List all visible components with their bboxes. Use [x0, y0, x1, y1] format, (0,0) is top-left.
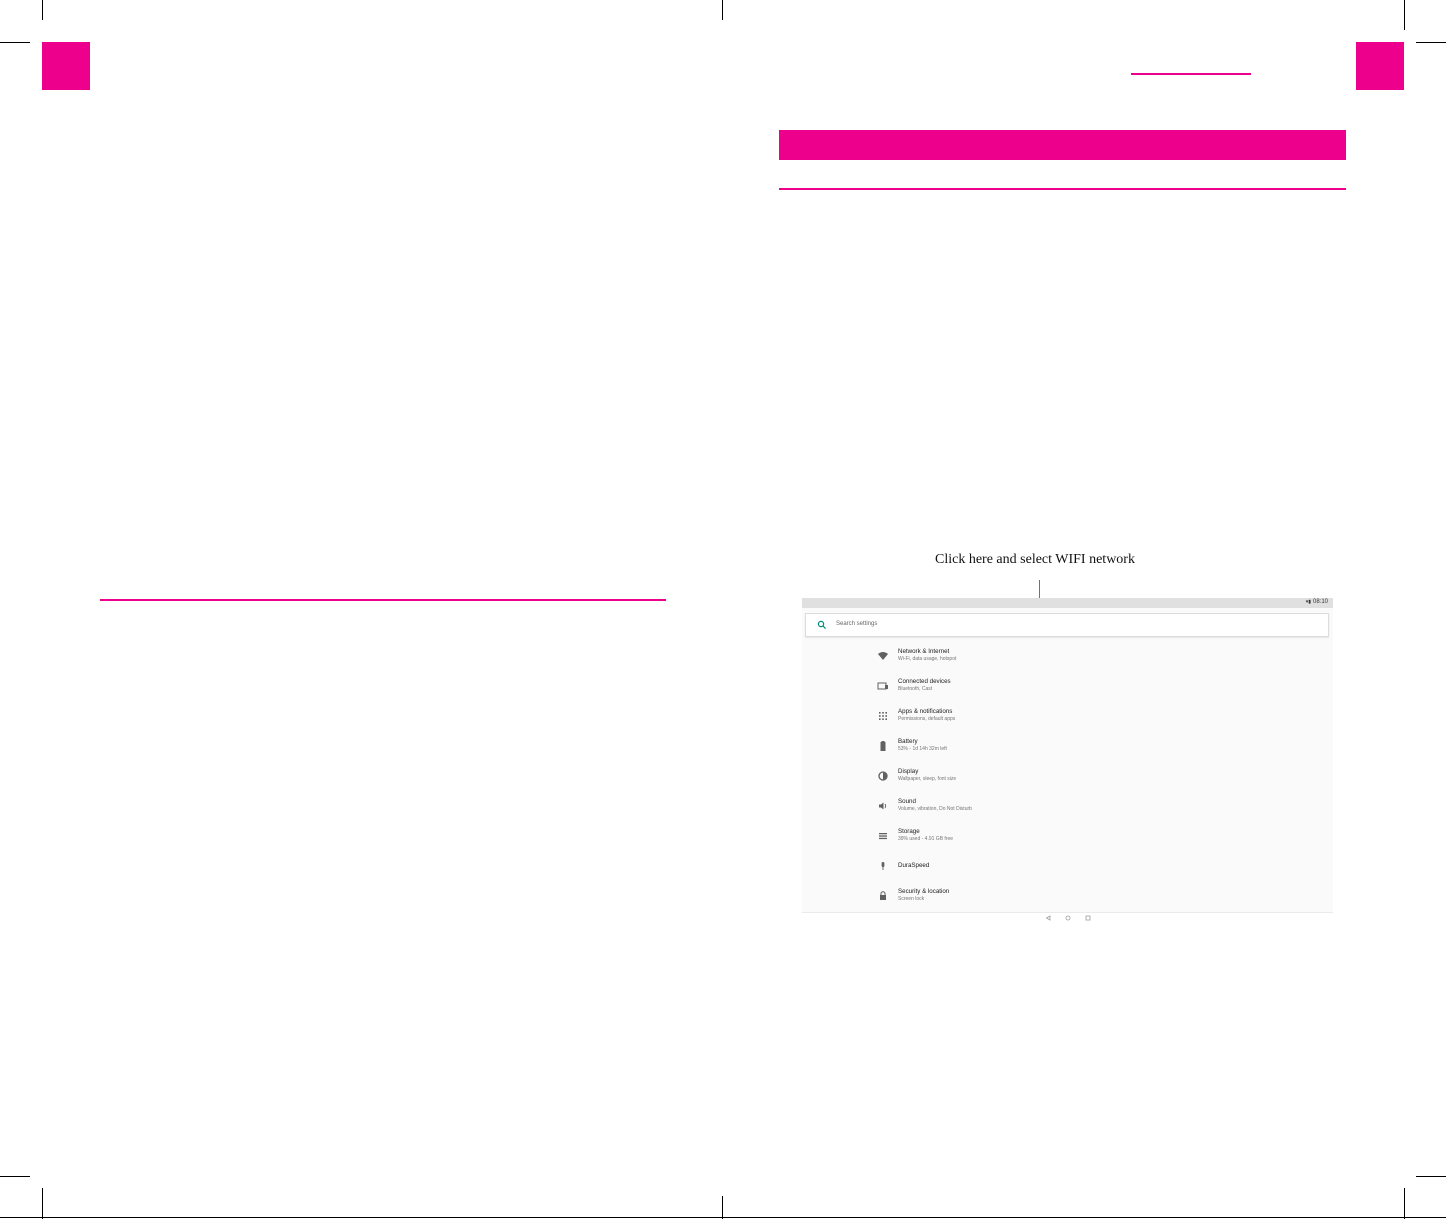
lock-icon [880, 891, 886, 900]
left-section-rule [100, 599, 666, 601]
item-title: Network & Internet [898, 648, 950, 655]
settings-item-display[interactable]: Display Wallpaper, sleep, font size [872, 766, 1252, 788]
apps-grid-icon [879, 712, 887, 720]
search-settings-field[interactable]: Search settings [805, 613, 1329, 637]
status-time: 08:10 [1312, 599, 1328, 605]
settings-item-security[interactable]: Security & location Screen lock [872, 886, 1252, 908]
recents-icon[interactable] [1085, 915, 1091, 921]
settings-item-duraspeed[interactable]: DuraSpeed [872, 856, 1252, 878]
item-title: Battery [898, 738, 918, 745]
settings-item-apps[interactable]: Apps & notifications Permissions, defaul… [872, 706, 1252, 728]
item-subtitle: Permissions, default apps [898, 716, 956, 722]
crop-mark [1416, 1176, 1446, 1177]
settings-item-storage[interactable]: Storage 39% used - 4.91 GB free [872, 826, 1252, 848]
subsection-rule [779, 188, 1346, 190]
header-underline [1131, 73, 1251, 75]
trim-line [0, 1217, 1446, 1218]
crop-mark [722, 0, 723, 20]
settings-item-connected-devices[interactable]: Connected devices Bluetooth, Cast [872, 676, 1252, 698]
item-subtitle: 53% - 1d 14h 32m left [898, 746, 947, 752]
settings-item-network[interactable]: Network & Internet Wi-Fi, data usage, ho… [872, 646, 1252, 668]
crop-mark [42, 0, 43, 20]
item-title: Sound [898, 798, 916, 805]
section-heading-bar [779, 130, 1346, 160]
storage-icon [879, 833, 887, 840]
item-title: Connected devices [898, 678, 951, 685]
wifi-icon [878, 652, 888, 660]
item-subtitle: Volume, vibration, Do Not Disturb [898, 806, 972, 812]
search-placeholder: Search settings [836, 621, 878, 627]
search-icon [817, 620, 827, 630]
crop-mark [42, 1188, 43, 1219]
crop-mark [722, 1196, 723, 1219]
settings-item-battery[interactable]: Battery 53% - 1d 14h 32m left [872, 736, 1252, 758]
item-title: Display [898, 768, 919, 775]
item-subtitle: Screen lock [898, 896, 925, 902]
item-subtitle: Wi-Fi, data usage, hotspot [898, 656, 957, 662]
crop-mark [1404, 0, 1405, 30]
settings-screenshot: ▾▮ 08:10 Search settings Network & Inter… [802, 598, 1333, 922]
back-icon[interactable] [1045, 915, 1051, 921]
crop-mark [1404, 1188, 1405, 1219]
crop-mark [0, 42, 30, 43]
home-icon[interactable] [1065, 915, 1071, 921]
status-bar: ▾▮ 08:10 [802, 598, 1333, 608]
microphone-icon [881, 862, 885, 870]
item-subtitle: Wallpaper, sleep, font size [898, 776, 957, 782]
crop-mark [1416, 42, 1446, 43]
callout-annotation: Click here and select WIFI network [935, 552, 1135, 567]
navigation-bar [802, 912, 1333, 922]
settings-item-sound[interactable]: Sound Volume, vibration, Do Not Disturb [872, 796, 1252, 818]
item-title: DuraSpeed [898, 862, 930, 869]
connected-devices-icon [877, 682, 888, 690]
item-subtitle: Bluetooth, Cast [898, 686, 933, 692]
crop-mark [0, 1176, 30, 1177]
left-page-marker [42, 42, 90, 90]
item-title: Security & location [898, 888, 950, 895]
display-brightness-icon [878, 771, 888, 781]
wifi-signal-icon: ▾▮ [1305, 599, 1311, 605]
item-title: Apps & notifications [898, 708, 953, 715]
item-title: Storage [898, 828, 920, 835]
right-page-marker [1356, 42, 1404, 90]
volume-icon [879, 802, 887, 810]
battery-icon [880, 741, 886, 751]
item-subtitle: 39% used - 4.91 GB free [898, 836, 954, 842]
